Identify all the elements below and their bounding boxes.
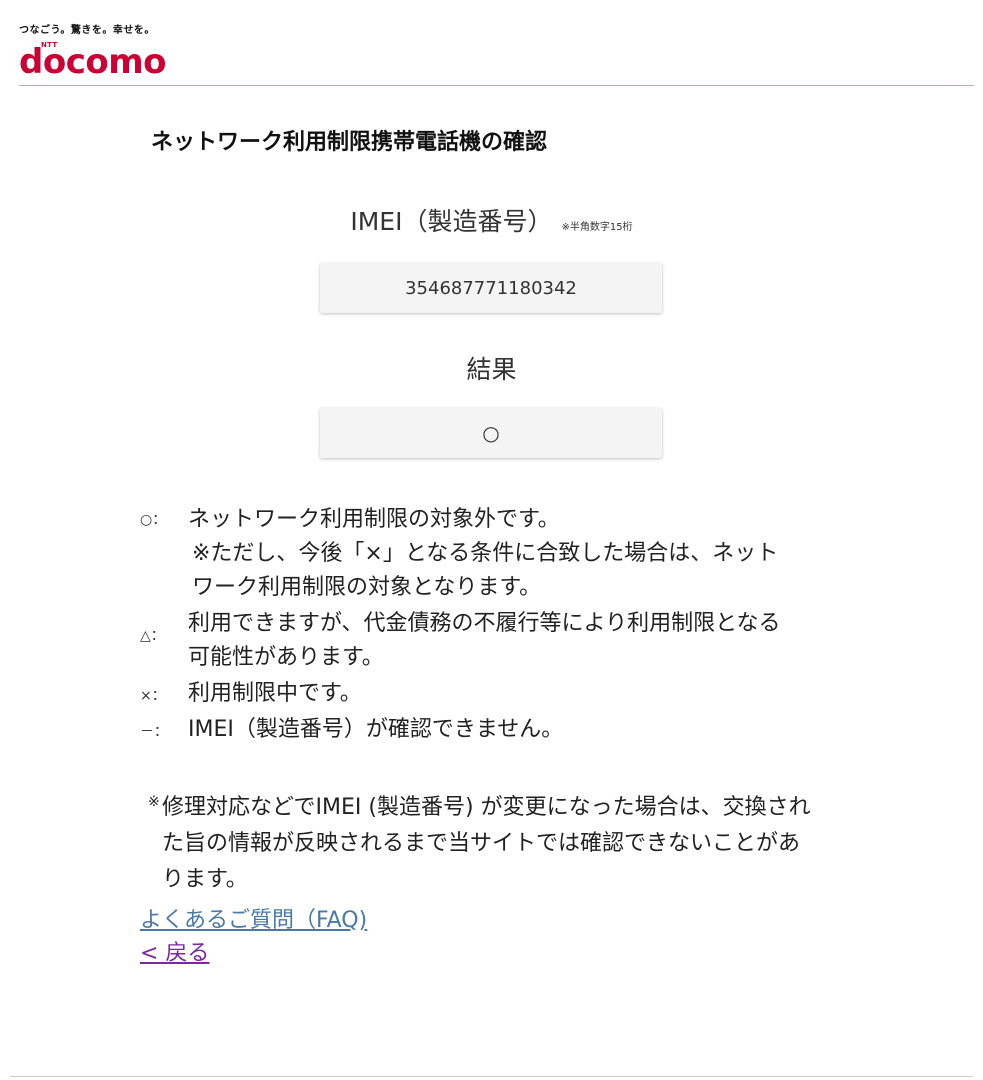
legend-text: 利用できますが、代金債務の不履行等により利用制限となる 可能性があります。 xyxy=(188,607,860,675)
result-label: 結果 xyxy=(466,355,517,384)
imei-label: IMEI（製造番号） ※半角数字15桁 xyxy=(0,202,983,238)
legend-line: ※ただし、今後「×」となる条件に合致した場合は、ネット xyxy=(192,541,779,566)
legend-text: IMEI（製造番号）が確認できません。 xyxy=(188,713,860,747)
back-link[interactable]: < 戻る xyxy=(140,937,367,970)
footer-links: よくあるご質問（FAQ) < 戻る xyxy=(140,904,367,970)
faq-link[interactable]: よくあるご質問（FAQ) xyxy=(140,904,367,937)
legend-line: IMEI（製造番号）が確認できません。 xyxy=(188,717,564,742)
result-field: ○ xyxy=(320,408,662,458)
footnote: ※ 修理対応などでIMEI (製造番号) が変更になった場合は、交換され た旨の… xyxy=(148,790,848,898)
legend-symbol: －： xyxy=(140,724,168,740)
legend-symbol: △： xyxy=(140,628,165,644)
result-legend: ○： ネットワーク利用制限の対象外です。 ※ただし、今後「×」となる条件に合致し… xyxy=(140,503,860,747)
legend-line: ワーク利用制限の対象となります。 xyxy=(192,575,542,600)
legend-line: ネットワーク利用制限の対象外です。 xyxy=(188,507,560,532)
imei-field: 354687771180342 xyxy=(320,263,662,313)
header-divider xyxy=(19,85,974,86)
imei-label-note: ※半角数字15桁 xyxy=(561,222,633,233)
logo-ntt-mark: NTT xyxy=(41,41,58,49)
legend-item-ok: ○： ネットワーク利用制限の対象外です。 ※ただし、今後「×」となる条件に合致し… xyxy=(140,503,860,605)
imei-label-text: IMEI（製造番号） xyxy=(350,207,553,236)
legend-item-restricted: ×： 利用制限中です。 xyxy=(140,677,860,711)
legend-text: 利用制限中です。 xyxy=(188,677,860,711)
footnote-line: ります。 xyxy=(162,867,248,892)
page-title: ネットワーク利用制限携帯電話機の確認 xyxy=(151,130,548,155)
legend-item-unknown: －： IMEI（製造番号）が確認できません。 xyxy=(140,713,860,747)
legend-symbol: ×： xyxy=(140,688,166,704)
legend-line: 可能性があります。 xyxy=(188,645,384,670)
footer-divider xyxy=(10,1076,973,1077)
footnote-line: た旨の情報が反映されるまで当サイトでは確認できないことがあ xyxy=(162,831,801,856)
footnote-line: 修理対応などでIMEI (製造番号) が変更になった場合は、交換され xyxy=(162,795,811,820)
legend-line: 利用できますが、代金債務の不履行等により利用制限となる xyxy=(188,611,781,636)
site-header: つなごう。驚きを。幸せを。 docomo NTT xyxy=(0,0,983,88)
footnote-mark: ※ xyxy=(148,794,160,810)
brand-tagline: つなごう。驚きを。幸せを。 xyxy=(19,25,155,36)
legend-symbol: ○： xyxy=(140,512,167,528)
legend-item-caution: △： 利用できますが、代金債務の不履行等により利用制限となる 可能性があります。 xyxy=(140,607,860,675)
legend-text: ネットワーク利用制限の対象外です。 ※ただし、今後「×」となる条件に合致した場合… xyxy=(188,503,860,605)
page: つなごう。驚きを。幸せを。 docomo NTT ネットワーク利用制限携帯電話機… xyxy=(0,0,983,1080)
docomo-logo[interactable]: docomo NTT xyxy=(19,38,169,82)
legend-line: 利用制限中です。 xyxy=(188,681,362,706)
